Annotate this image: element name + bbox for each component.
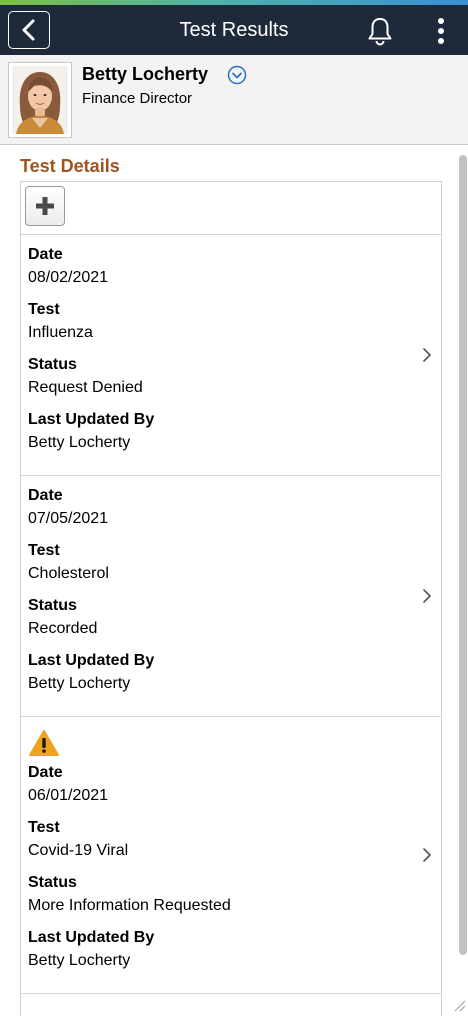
status-label: Status [28, 597, 77, 614]
page-title: Test Results [179, 19, 289, 41]
status-label: Status [28, 874, 77, 891]
avatar [8, 62, 72, 138]
status-label: Status [28, 356, 77, 373]
updated-by-label: Last Updated By [28, 652, 155, 669]
status-value: More Information Requested [28, 897, 231, 914]
test-label: Test [28, 819, 60, 836]
status-value: Recorded [28, 620, 98, 637]
chevron-right-icon [423, 348, 431, 362]
table-row[interactable]: Date 08/02/2021 Test Influenza Status Re… [21, 235, 441, 476]
test-value: Cholesterol [28, 565, 109, 582]
app-header: Test Results [0, 5, 468, 55]
chevron-right-icon [423, 848, 431, 862]
resize-grip-icon[interactable] [452, 998, 466, 1012]
updated-by-label: Last Updated By [28, 411, 155, 428]
updated-by-label: Last Updated By [28, 929, 155, 946]
status-value: Request Denied [28, 379, 143, 396]
table-row[interactable]: Date 06/01/2021 Test Covid-19 Viral Stat… [21, 717, 441, 994]
vertical-scrollbar[interactable] [459, 155, 467, 955]
test-details-grid: Date 08/02/2021 Test Influenza Status Re… [20, 181, 442, 1016]
date-label: Date [28, 487, 63, 504]
notifications-button[interactable] [364, 15, 396, 47]
bell-icon [368, 18, 392, 46]
test-value: Influenza [28, 324, 93, 341]
updated-by-value: Betty Locherty [28, 434, 131, 451]
add-row-button[interactable] [25, 186, 65, 226]
profile-banner: Betty Locherty Finance Director [0, 55, 468, 145]
profile-role: Finance Director [82, 90, 193, 107]
test-value: Covid-19 Viral [28, 842, 129, 859]
grid-toolbar [21, 182, 441, 235]
section-title: Test Details [20, 156, 120, 176]
updated-by-value: Betty Locherty [28, 675, 131, 692]
more-vertical-icon [438, 18, 444, 44]
table-row[interactable]: Date 07/05/2021 Test Cholesterol Status … [21, 476, 441, 717]
back-arrow-icon [22, 19, 35, 41]
test-label: Test [28, 542, 60, 559]
date-value: 08/02/2021 [28, 269, 109, 286]
date-value: 07/05/2021 [28, 510, 109, 527]
chevron-right-icon [423, 589, 431, 603]
test-label: Test [28, 301, 60, 318]
updated-by-value: Betty Locherty [28, 952, 131, 969]
more-actions-button[interactable] [428, 15, 454, 47]
date-label: Date [28, 246, 63, 263]
warning-triangle-icon [29, 730, 59, 756]
date-value: 06/01/2021 [28, 787, 109, 804]
app-root: Test Results Betty Locherty Finance Dire… [0, 0, 468, 1016]
plus-icon [36, 197, 54, 215]
date-label: Date [28, 764, 63, 781]
chevron-down-circle-icon[interactable] [227, 65, 247, 85]
back-button[interactable] [8, 11, 50, 49]
profile-name: Betty Locherty [82, 64, 209, 84]
